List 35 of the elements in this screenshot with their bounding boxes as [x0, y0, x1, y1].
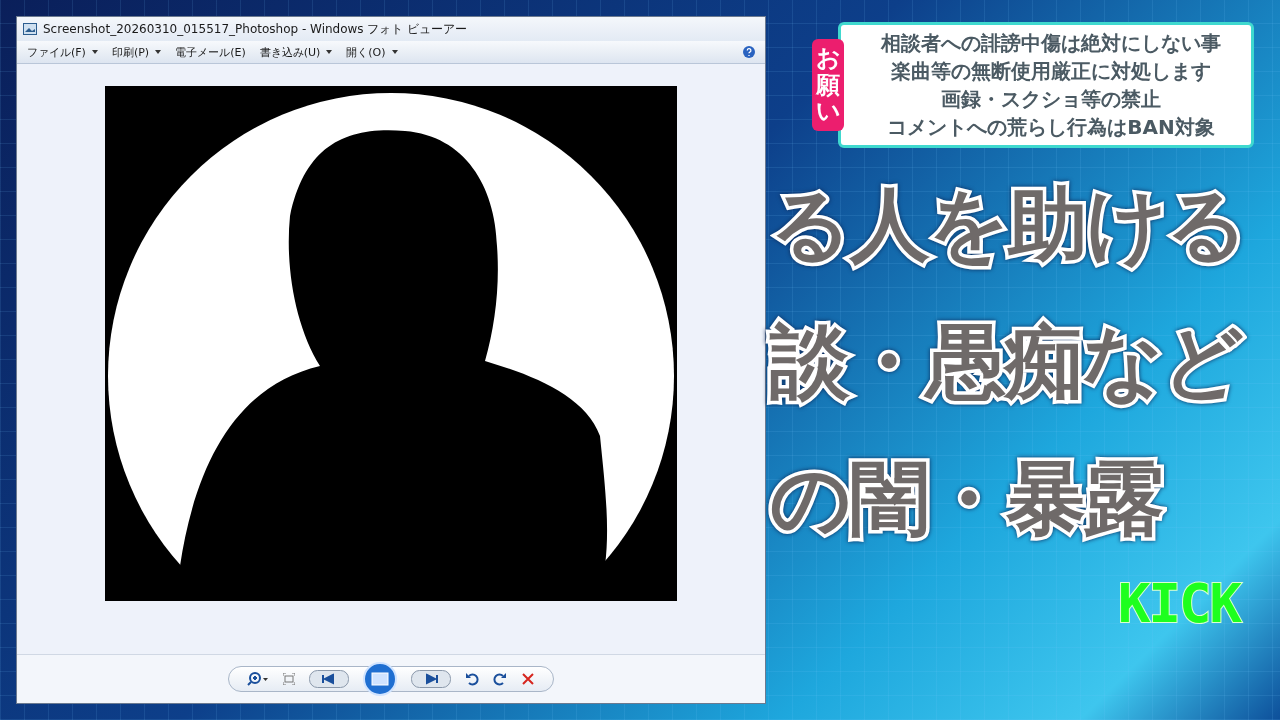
- delete-icon: [521, 672, 535, 686]
- headline-text: る人を助ける: [770, 177, 1246, 273]
- menu-item[interactable]: 電子メール(E): [175, 44, 246, 60]
- zoom-icon: [247, 672, 269, 686]
- headline-text: の闇・暴露: [770, 451, 1164, 547]
- menu-item[interactable]: 開く(O): [346, 44, 398, 60]
- previous-icon: [309, 670, 349, 688]
- rotate-left-icon: [465, 672, 479, 686]
- notice-text: 相談者への誹謗中傷は絶対にしない事: [881, 30, 1221, 57]
- caret-icon: [91, 50, 98, 54]
- notice-text: 楽曲等の無断使用厳正に対処します: [891, 58, 1211, 85]
- window-title: Screenshot_20260310_015517_Photoshop - Windows フォト ビューアー: [43, 20, 468, 38]
- slideshow-icon: [363, 662, 397, 696]
- fit-icon: [283, 673, 295, 685]
- toolbar-button[interactable]: [493, 672, 507, 686]
- notice-text: コメントへの荒らし行為はBAN対象: [887, 114, 1215, 141]
- menu-item[interactable]: ファイル(F): [27, 44, 98, 60]
- rotate-right-icon: [493, 672, 507, 686]
- menu-item[interactable]: 印刷(P): [111, 44, 162, 60]
- logo-text: KICK: [1117, 571, 1240, 637]
- toolbar-button[interactable]: [309, 670, 349, 688]
- caret-icon: [155, 50, 162, 54]
- notice-text: 画録・スクショ等の禁止: [941, 86, 1161, 113]
- toolbar-button[interactable]: [411, 670, 451, 688]
- headline-text: 談・愚痴など: [770, 314, 1244, 410]
- toolbar-button[interactable]: [465, 672, 479, 686]
- toolbar-button[interactable]: [521, 672, 535, 686]
- help-icon[interactable]: [743, 46, 755, 58]
- photo-viewer-app-icon: [23, 23, 37, 35]
- toolbar-button[interactable]: [247, 672, 269, 686]
- caret-icon: [391, 50, 398, 54]
- notice-tag: お願い: [812, 39, 844, 131]
- next-icon: [411, 670, 451, 688]
- caret-icon: [326, 50, 333, 54]
- menu-item[interactable]: 書き込み(U): [259, 44, 333, 60]
